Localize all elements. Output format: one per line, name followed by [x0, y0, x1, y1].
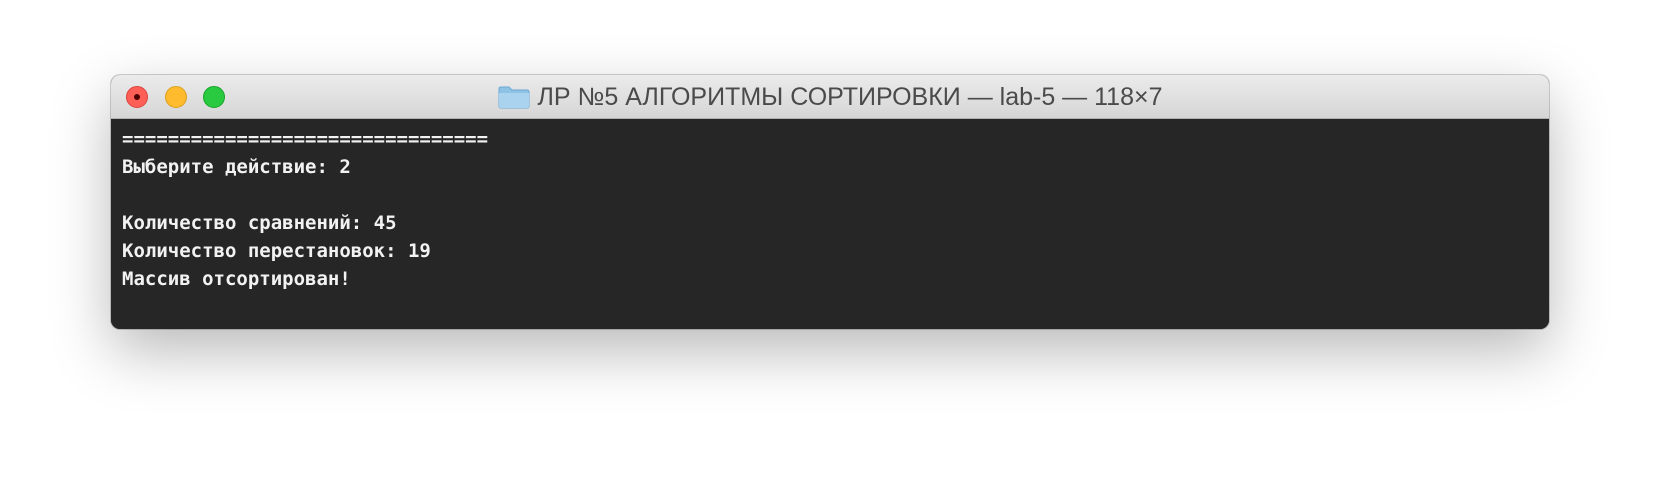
title-bar[interactable]: ЛР №5 АЛГОРИТМЫ СОРТИРОВКИ — lab-5 — 118…: [111, 75, 1549, 119]
terminal-output[interactable]: ================================ Выберит…: [111, 119, 1549, 329]
terminal-line-separator: ================================: [122, 128, 489, 150]
title-container: ЛР №5 АЛГОРИТМЫ СОРТИРОВКИ — lab-5 — 118…: [111, 75, 1549, 119]
terminal-line-swaps: Количество перестановок: 19: [122, 240, 431, 262]
window-title: ЛР №5 АЛГОРИТМЫ СОРТИРОВКИ — lab-5 — 118…: [537, 82, 1163, 111]
terminal-line-choice: Выберите действие: 2: [122, 156, 351, 178]
terminal-line-comparisons: Количество сравнений: 45: [122, 212, 397, 234]
terminal-window: ЛР №5 АЛГОРИТМЫ СОРТИРОВКИ — lab-5 — 118…: [111, 75, 1549, 329]
folder-icon: [498, 85, 530, 109]
terminal-line-sorted: Массив отсортирован!: [122, 268, 351, 290]
